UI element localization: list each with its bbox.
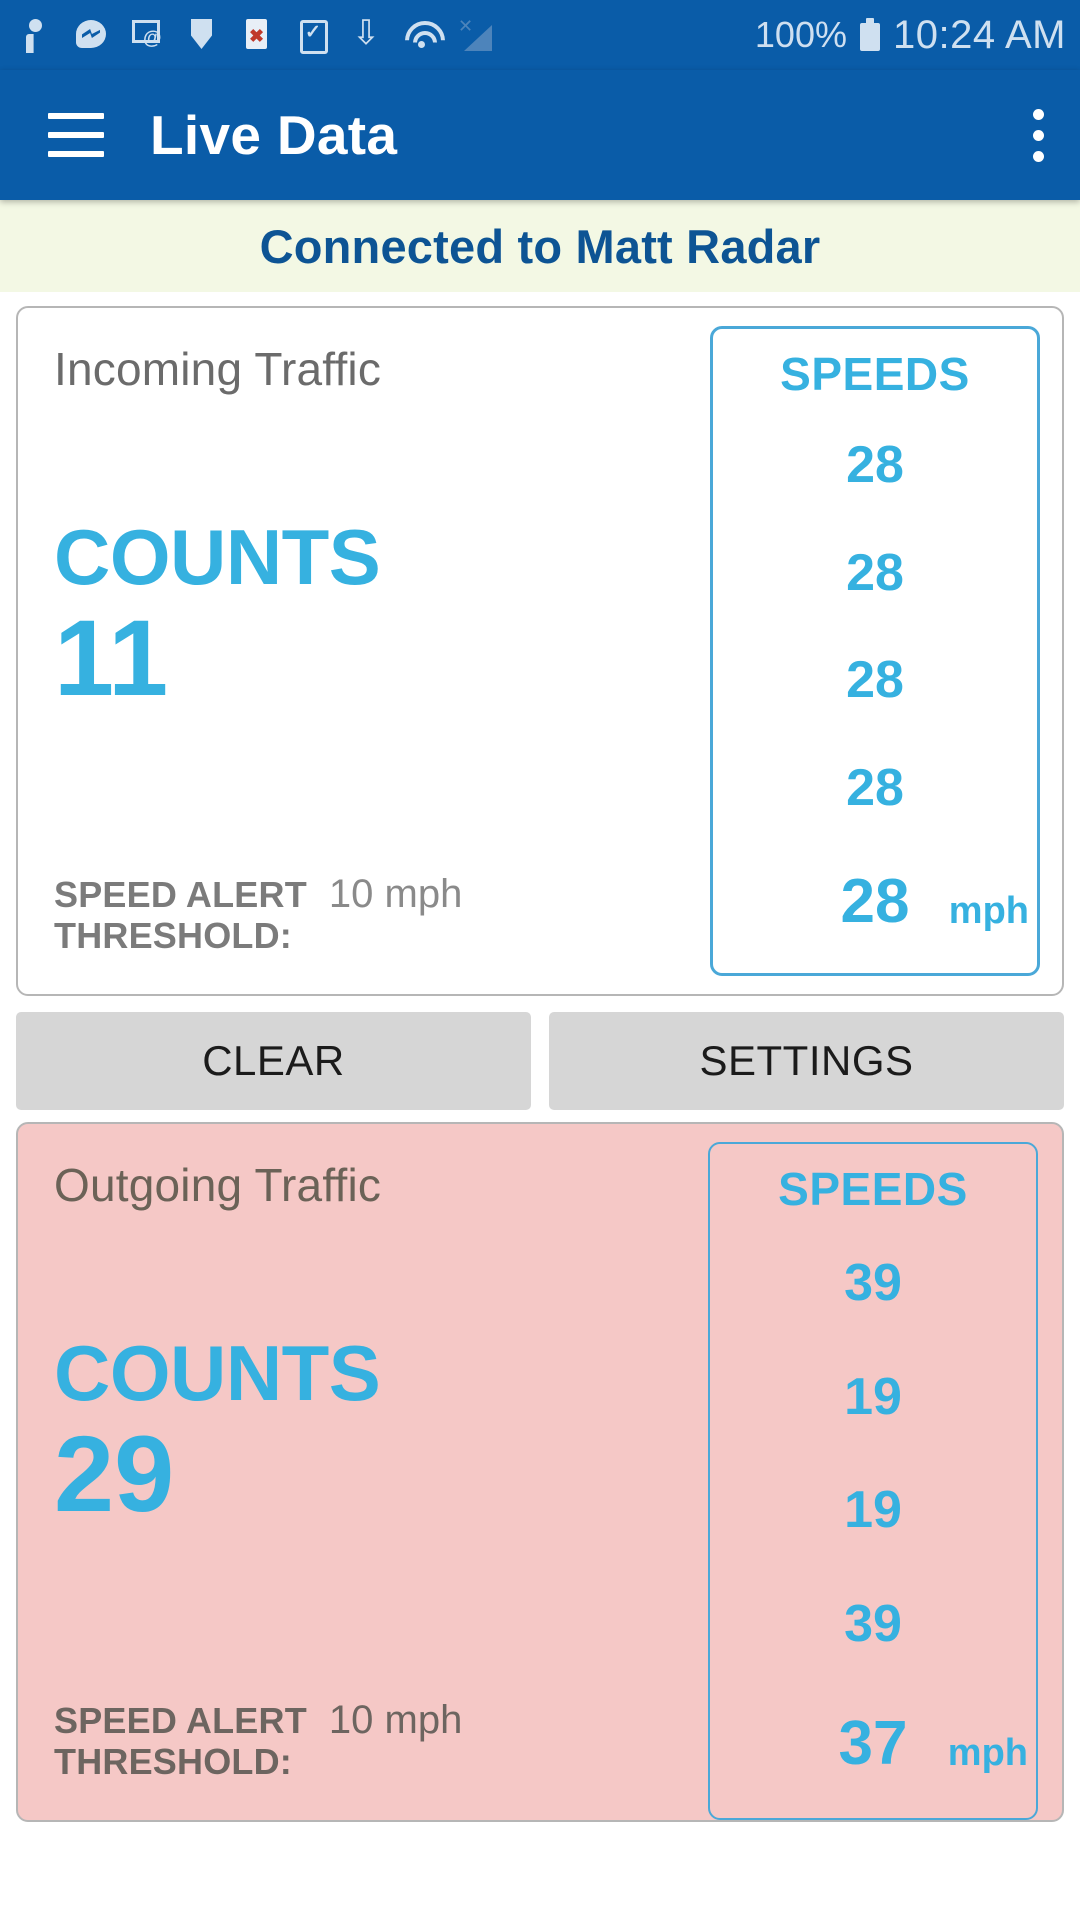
incoming-threshold-label-line2: THRESHOLD:: [54, 914, 292, 956]
hamburger-line: [48, 132, 104, 138]
incoming-speeds-panel: SPEEDS 28 28 28 28 28 mph: [710, 326, 1040, 976]
incoming-card-left: Incoming Traffic COUNTS 11 SPEED ALERT T…: [18, 308, 710, 994]
incoming-direction-label: Incoming Traffic: [54, 343, 382, 395]
overflow-dot: [1032, 129, 1044, 141]
overflow-dot: [1032, 150, 1044, 162]
incoming-counts-value: 11: [54, 597, 169, 718]
outgoing-speeds-panel: SPEEDS 39 19 19 39 37 mph: [708, 1142, 1038, 1820]
outgoing-threshold-value: 10 mph: [328, 1698, 463, 1743]
speed-row: 28: [713, 650, 1037, 710]
incoming-counts-label: COUNTS: [54, 513, 381, 601]
incoming-speed-alert-threshold: SPEED ALERT THRESHOLD: 10 mph: [54, 872, 514, 956]
battery-percent-label: 100%: [754, 14, 847, 55]
connection-banner: Connected to Matt Radar: [0, 200, 1080, 292]
outgoing-counts-label: COUNTS: [54, 1329, 381, 1417]
overflow-dot: [1032, 108, 1044, 120]
incoming-threshold-label: SPEED ALERT THRESHOLD:: [54, 875, 307, 956]
incoming-traffic-card: Incoming Traffic COUNTS 11 SPEED ALERT T…: [16, 306, 1064, 996]
clear-button[interactable]: CLEAR: [16, 1012, 531, 1110]
incoming-speeds-title: SPEEDS: [780, 348, 970, 400]
clock-label: 10:24 AM: [892, 12, 1066, 57]
outgoing-direction-label: Outgoing Traffic: [54, 1159, 382, 1211]
connection-status-text: Connected to Matt Radar: [259, 219, 821, 273]
status-bar-icons: ⇩: [18, 15, 494, 55]
hamburger-menu-icon[interactable]: [48, 113, 104, 157]
action-button-row: CLEAR SETTINGS: [16, 1012, 1064, 1110]
contact-icon: [18, 15, 54, 55]
speed-row: 28 mph: [713, 866, 1037, 937]
outgoing-speeds-title: SPEEDS: [778, 1163, 968, 1215]
outgoing-speed-value: 19: [844, 1367, 902, 1426]
incoming-speed-value: 28: [846, 435, 904, 494]
document-error-icon: [238, 15, 274, 55]
outgoing-speed-value: 39: [844, 1595, 902, 1654]
messenger-icon: [73, 15, 109, 55]
status-bar: ⇩ 100% 10:24 AM: [0, 0, 1080, 70]
outgoing-threshold-label-line2: THRESHOLD:: [54, 1740, 292, 1782]
no-signal-icon: [458, 15, 494, 55]
speed-row: 39: [710, 1253, 1036, 1313]
outgoing-card-left: Outgoing Traffic COUNTS 29 SPEED ALERT T…: [18, 1124, 708, 1820]
hamburger-line: [48, 113, 104, 119]
outgoing-speed-list: 39 19 19 39 37 mph: [710, 1216, 1036, 1818]
hamburger-line: [48, 151, 104, 157]
page-title: Live Data: [150, 104, 398, 166]
outgoing-latest-speed-value: 37: [838, 1709, 908, 1779]
speed-row: 37 mph: [710, 1708, 1036, 1779]
outgoing-speed-alert-threshold: SPEED ALERT THRESHOLD: 10 mph: [54, 1698, 514, 1782]
incoming-threshold-label-line1: SPEED ALERT: [54, 874, 307, 916]
incoming-speed-list: 28 28 28 28 28 mph: [713, 401, 1037, 973]
speed-row: 28: [713, 758, 1037, 818]
speed-row: 39: [710, 1594, 1036, 1654]
app-bar: Live Data: [0, 70, 1080, 200]
incoming-threshold-value: 10 mph: [328, 872, 463, 917]
speed-row: 19: [710, 1480, 1036, 1540]
speed-row: 28: [713, 435, 1037, 495]
wifi-transfer-icon: [403, 15, 439, 55]
settings-button[interactable]: SETTINGS: [549, 1012, 1064, 1110]
shield-icon: [183, 15, 219, 55]
status-bar-right: 100% 10:24 AM: [755, 13, 1066, 58]
outgoing-speed-value: 19: [844, 1481, 902, 1540]
mail-at-icon: [128, 15, 164, 55]
outgoing-speed-value: 39: [844, 1253, 902, 1312]
speed-row: 28: [713, 543, 1037, 603]
battery-icon: [857, 15, 883, 55]
outgoing-speed-unit: mph: [947, 1732, 1028, 1775]
outgoing-threshold-label-line1: SPEED ALERT: [54, 1700, 307, 1742]
outgoing-traffic-card: Outgoing Traffic COUNTS 29 SPEED ALERT T…: [16, 1122, 1064, 1822]
incoming-speed-value: 28: [846, 759, 904, 818]
incoming-speed-value: 28: [846, 543, 904, 602]
speed-row: 19: [710, 1367, 1036, 1427]
outgoing-threshold-label: SPEED ALERT THRESHOLD:: [54, 1701, 307, 1782]
incoming-speed-value: 28: [846, 651, 904, 710]
incoming-speed-unit: mph: [948, 890, 1029, 933]
incoming-latest-speed-value: 28: [840, 867, 910, 937]
clipboard-check-icon: [293, 15, 329, 55]
more-vertical-icon[interactable]: [1030, 100, 1046, 170]
app-screen: ⇩ 100% 10:24 AM Live Data Connected to M…: [0, 0, 1080, 1920]
bluetooth-icon: ⇩: [351, 14, 381, 52]
outgoing-counts-value: 29: [54, 1413, 175, 1534]
